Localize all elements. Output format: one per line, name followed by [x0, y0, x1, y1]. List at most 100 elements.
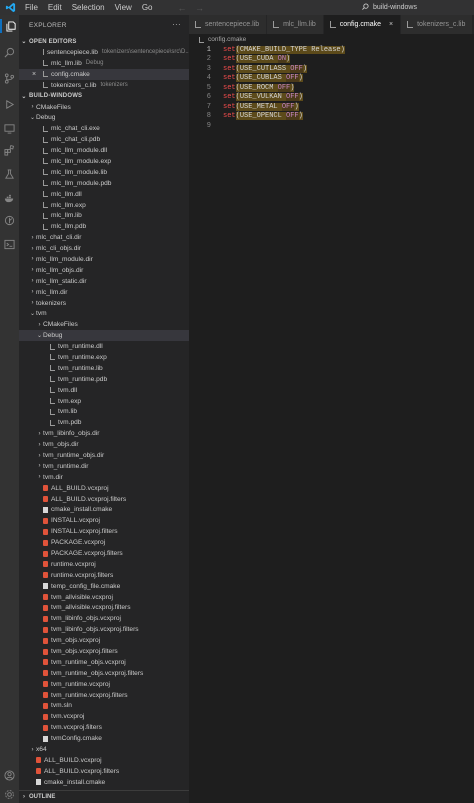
file-item[interactable]: tvm_runtime.dll	[19, 341, 189, 352]
file-item[interactable]: tvm_runtime.pdb	[19, 374, 189, 385]
folder-item[interactable]: › tvm_libinfo_objs.dir	[19, 428, 189, 439]
folder-item[interactable]: › CMakeFiles	[19, 319, 189, 330]
run-debug-icon[interactable]	[0, 97, 19, 111]
open-editor-item[interactable]: × config.cmake	[19, 68, 189, 80]
folder-item[interactable]: › mlc_llm_module.dir	[19, 254, 189, 265]
folder-section-header[interactable]: ⌄ BUILD-WINDOWS	[19, 91, 189, 102]
file-item[interactable]: tvm_objs.vcxproj.filters	[19, 646, 189, 657]
folder-item[interactable]: › tokenizers	[19, 298, 189, 309]
close-icon[interactable]: ×	[389, 21, 393, 28]
file-item[interactable]: cmake_install.cmake	[19, 505, 189, 516]
file-item[interactable]: mlc_chat_cli.exe	[19, 123, 189, 134]
editor-tab[interactable]: mlc_llm.lib	[267, 15, 324, 34]
file-item[interactable]: runtime.vcxproj	[19, 559, 189, 570]
menu-item-go[interactable]: Go	[137, 3, 158, 12]
folder-item[interactable]: › mlc_cli_objs.dir	[19, 243, 189, 254]
file-item[interactable]: mlc_llm.dll	[19, 189, 189, 200]
file-item[interactable]: PACKAGE.vcxproj	[19, 537, 189, 548]
file-item[interactable]: mlc_llm.lib	[19, 210, 189, 221]
file-item[interactable]: mlc_llm_module.dll	[19, 145, 189, 156]
close-icon[interactable]: ×	[32, 71, 36, 78]
settings-gear-icon[interactable]	[0, 787, 19, 801]
file-item[interactable]: mlc_llm.pdb	[19, 221, 189, 232]
file-item[interactable]: tvm.sln	[19, 701, 189, 712]
file-item[interactable]: tvm_runtime_objs.vcxproj	[19, 657, 189, 668]
file-item[interactable]: tvm_libinfo_objs.vcxproj	[19, 613, 189, 624]
file-item[interactable]: mlc_llm.exp	[19, 200, 189, 211]
editor-tab[interactable]: tokenizers_c.lib	[401, 15, 474, 34]
breadcrumb-file[interactable]: config.cmake	[208, 36, 246, 43]
file-item[interactable]: ALL_BUILD.vcxproj	[19, 483, 189, 494]
file-item[interactable]: tvm_runtime.exp	[19, 352, 189, 363]
more-actions-icon[interactable]: ···	[172, 20, 181, 29]
file-item[interactable]: tvmConfig.cmake	[19, 733, 189, 744]
file-item[interactable]: tvm_runtime_objs.vcxproj.filters	[19, 668, 189, 679]
testing-icon[interactable]	[0, 167, 19, 181]
editor-tab[interactable]: config.cmake ×	[323, 15, 402, 34]
file-item[interactable]: tvm.lib	[19, 407, 189, 418]
file-item[interactable]: INSTALL.vcxproj	[19, 515, 189, 526]
file-item[interactable]: ALL_BUILD.vcxproj.filters	[19, 766, 189, 777]
source-control-icon[interactable]	[0, 71, 19, 85]
file-item[interactable]: tvm_runtime.vcxproj	[19, 679, 189, 690]
nav-back-icon[interactable]: ←	[177, 3, 186, 13]
file-item[interactable]: tvm.vcxproj	[19, 711, 189, 722]
account-icon[interactable]	[0, 768, 19, 782]
folder-item[interactable]: › mlc_llm_static.dir	[19, 276, 189, 287]
menu-item-selection[interactable]: Selection	[67, 3, 110, 12]
file-item[interactable]: ALL_BUILD.vcxproj	[19, 755, 189, 766]
file-item[interactable]: cmake_install.cmake	[19, 777, 189, 788]
open-editor-item[interactable]: mlc_llm.lib Debug	[19, 58, 189, 69]
file-item[interactable]: tvm_libinfo_objs.vcxproj.filters	[19, 624, 189, 635]
file-item[interactable]: tvm_runtime.vcxproj.filters	[19, 690, 189, 701]
code-line: 2 set(USE_CUDA ON)	[189, 55, 474, 65]
folder-item[interactable]: › CMakeFiles	[19, 102, 189, 113]
menu-item-edit[interactable]: Edit	[43, 3, 67, 12]
file-item[interactable]: INSTALL.vcxproj.filters	[19, 526, 189, 537]
folder-item[interactable]: › tvm_runtime_objs.dir	[19, 450, 189, 461]
docker-icon[interactable]	[0, 191, 19, 205]
code-editor[interactable]: 1 set(CMAKE_BUILD_TYPE Release) 2 set(USE_C…	[189, 45, 474, 131]
file-item[interactable]: temp_config_file.cmake	[19, 581, 189, 592]
git-graph-icon[interactable]	[0, 213, 19, 227]
explorer-icon[interactable]	[0, 19, 21, 33]
file-item[interactable]: mlc_llm_module.lib	[19, 167, 189, 178]
open-editor-item[interactable]: tokenizers_c.lib tokenizers	[19, 80, 189, 91]
file-item[interactable]: tvm.dll	[19, 385, 189, 396]
terminal-icon[interactable]	[0, 237, 19, 251]
folder-item[interactable]: › tvm_runtime.dir	[19, 461, 189, 472]
folder-item[interactable]: ⌄ tvm	[19, 308, 189, 319]
file-item[interactable]: tvm_allvisible.vcxproj.filters	[19, 603, 189, 614]
file-item[interactable]: tvm_allvisible.vcxproj	[19, 592, 189, 603]
editor-tab[interactable]: sentencepiece.lib	[189, 15, 268, 34]
file-item[interactable]: tvm_runtime.lib	[19, 363, 189, 374]
file-item[interactable]: ALL_BUILD.vcxproj.filters	[19, 494, 189, 505]
file-item[interactable]: mlc_llm_module.exp	[19, 156, 189, 167]
folder-item[interactable]: › tvm_objs.dir	[19, 439, 189, 450]
open-editor-item[interactable]: sentencepiece.lib tokenizers\sentencepiec…	[19, 47, 189, 58]
menu-item-view[interactable]: View	[110, 3, 137, 12]
open-editors-section-header[interactable]: ⌄ OPEN EDITORS	[19, 36, 189, 47]
nav-forward-icon[interactable]: →	[195, 3, 204, 13]
search-view-icon[interactable]	[0, 45, 19, 59]
outline-section-header[interactable]: › OUTLINE	[19, 790, 189, 803]
file-item[interactable]: tvm_objs.vcxproj	[19, 635, 189, 646]
remote-explorer-icon[interactable]	[0, 121, 19, 135]
folder-item[interactable]: › mlc_llm.dir	[19, 287, 189, 298]
folder-item[interactable]: ⌄ Debug	[19, 112, 189, 123]
folder-item[interactable]: › x64	[19, 744, 189, 755]
file-item[interactable]: tvm.pdb	[19, 417, 189, 428]
folder-item[interactable]: › mlc_llm_objs.dir	[19, 265, 189, 276]
file-item[interactable]: mlc_chat_cli.pdb	[19, 134, 189, 145]
file-item[interactable]: tvm.exp	[19, 396, 189, 407]
file-item[interactable]: PACKAGE.vcxproj.filters	[19, 548, 189, 559]
folder-item[interactable]: › mlc_chat_cli.dir	[19, 232, 189, 243]
folder-item[interactable]: › tvm.dir	[19, 472, 189, 483]
extensions-icon[interactable]	[0, 143, 19, 157]
file-item[interactable]: tvm.vcxproj.filters	[19, 722, 189, 733]
file-item[interactable]: runtime.vcxproj.filters	[19, 570, 189, 581]
folder-item[interactable]: ⌄ Debug	[19, 330, 189, 342]
menu-item-file[interactable]: File	[20, 3, 43, 12]
file-item[interactable]: mlc_llm_module.pdb	[19, 178, 189, 189]
command-center-search[interactable]: build-windows	[362, 2, 462, 13]
